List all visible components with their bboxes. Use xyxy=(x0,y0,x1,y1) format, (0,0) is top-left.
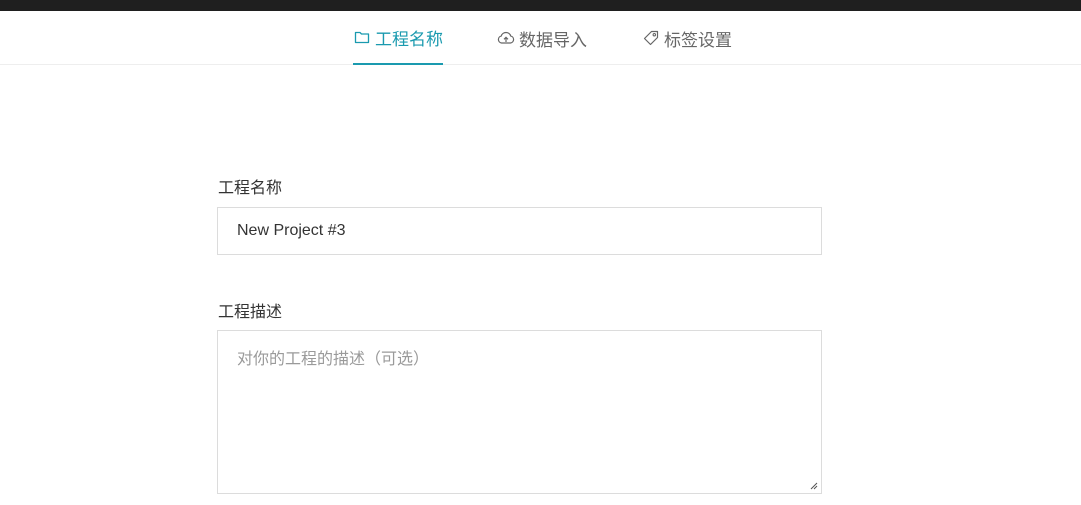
resize-handle-icon[interactable] xyxy=(808,480,818,490)
tab-label: 数据导入 xyxy=(519,30,587,51)
project-description-label: 工程描述 xyxy=(218,302,283,321)
project-name-label: 工程名称 xyxy=(218,178,283,197)
tab-project-name[interactable]: 工程名称 xyxy=(353,11,443,65)
tag-icon xyxy=(642,29,660,47)
tab-label-settings[interactable]: 标签设置 xyxy=(642,11,732,65)
tab-data-import[interactable]: 数据导入 xyxy=(497,11,587,65)
step-tabs: 工程名称 数据导入 标签设置 xyxy=(0,11,1081,65)
window-top-bar xyxy=(0,0,1081,11)
project-description-textarea[interactable] xyxy=(217,330,822,494)
tab-label: 标签设置 xyxy=(664,30,732,51)
folder-icon xyxy=(353,28,371,46)
project-name-input[interactable] xyxy=(217,207,822,255)
cloud-upload-icon xyxy=(497,29,515,47)
tab-label: 工程名称 xyxy=(375,29,443,50)
